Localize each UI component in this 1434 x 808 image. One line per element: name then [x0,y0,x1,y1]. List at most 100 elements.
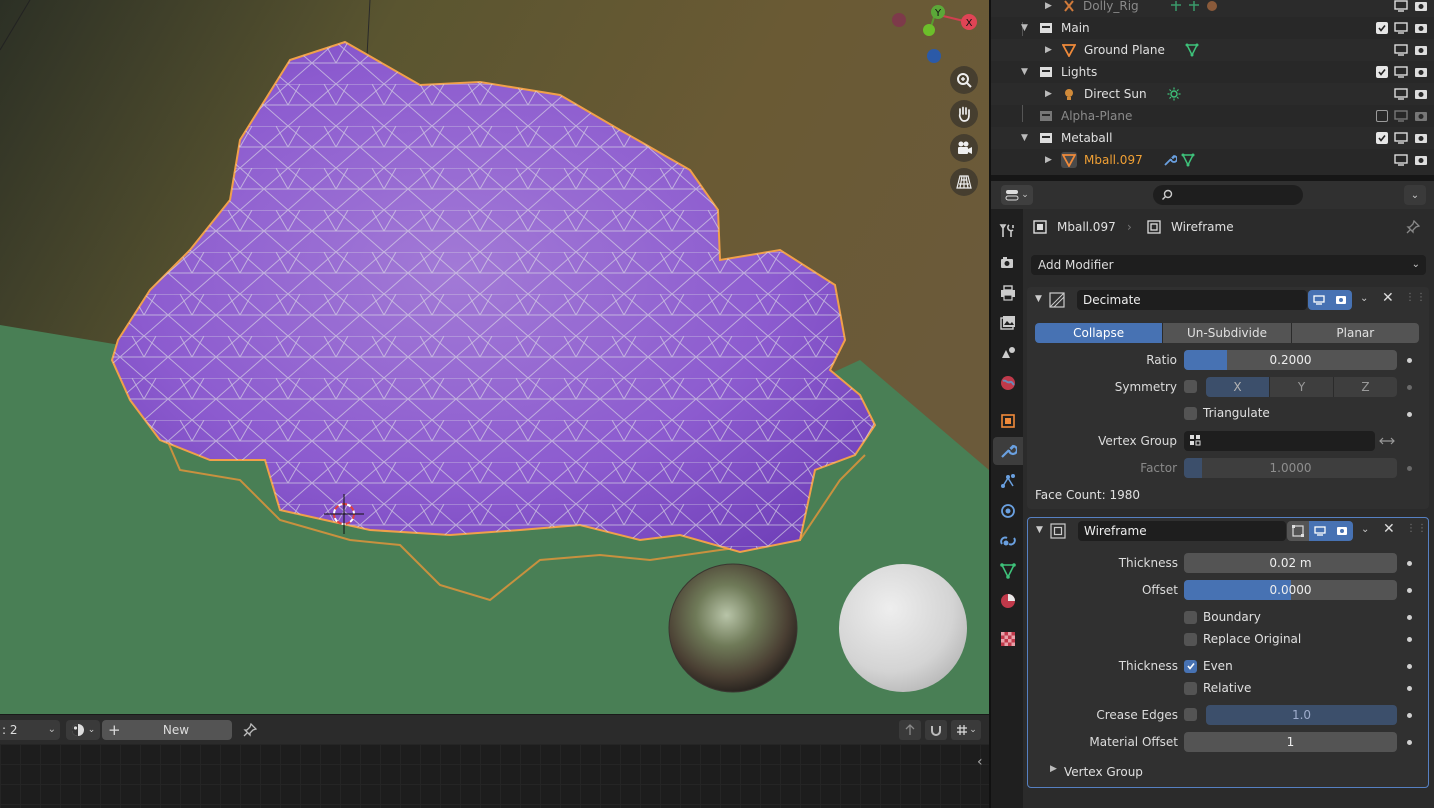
3d-viewport[interactable]: Y X [0,0,989,714]
tab-constraints[interactable] [993,527,1023,555]
even-checkbox[interactable]: Even [1184,659,1233,673]
tab-scene[interactable] [993,339,1023,367]
render-camera-icon[interactable] [1414,154,1428,166]
ratio-slider[interactable]: 0.2000 [1184,350,1397,370]
collapse-arrow-icon[interactable]: ▼ [1035,294,1042,304]
drag-handle-icon[interactable]: ⋮⋮ [1406,523,1428,534]
viewport-toggle-button[interactable] [1308,290,1330,310]
sidebar-toggle-icon[interactable]: ‹ [977,754,989,778]
render-camera-icon[interactable] [1414,66,1428,78]
outliner-row-alpha-plane[interactable]: Alpha-Plane [991,105,1434,127]
outliner-row-lights[interactable]: ▼ Lights [991,61,1434,83]
material-offset-field[interactable]: 1 [1184,732,1397,752]
keyframe-dot-icon[interactable] [1407,588,1412,593]
decimate-name-field[interactable]: Decimate [1077,290,1307,310]
keyframe-dot-icon[interactable] [1407,466,1412,471]
tab-texture[interactable] [993,625,1023,653]
drag-handle-icon[interactable]: ⋮⋮ [1405,292,1427,303]
editor-type-button[interactable]: ⌄ [1001,185,1033,205]
mode-planar-button[interactable]: Planar [1291,323,1419,343]
collapse-arrow-icon[interactable]: ▼ [1021,23,1028,33]
pin-icon[interactable] [1406,220,1420,234]
monitor-icon[interactable] [1394,44,1408,56]
remove-modifier-icon[interactable]: ✕ [1382,290,1394,306]
navigation-gizmo[interactable]: Y X [880,0,980,70]
render-camera-icon[interactable] [1414,88,1428,100]
expand-arrow-icon[interactable]: ▶ [1050,764,1057,774]
outliner-row-mball-097[interactable]: ▶ Mball.097 [991,149,1434,171]
keyframe-dot-icon[interactable] [1407,561,1412,566]
collection-enable-checkbox[interactable] [1376,66,1388,78]
render-camera-icon[interactable] [1414,22,1428,34]
outliner-row-ground-plane[interactable]: ▶ Ground Plane [991,39,1434,61]
monitor-icon[interactable] [1394,154,1408,166]
properties-options-button[interactable]: ⌄ [1404,185,1426,205]
offset-slider[interactable]: 0.0000 [1184,580,1397,600]
zoom-button[interactable] [950,66,978,94]
pan-button[interactable] [950,100,978,128]
tab-tool[interactable] [993,217,1023,245]
crease-edges-checkbox[interactable] [1184,708,1197,721]
outliner-row-dolly-rig[interactable]: ▶ Dolly_Rig [991,0,1434,17]
tab-view-layer[interactable] [993,309,1023,337]
axis-z-button[interactable]: Z [1334,377,1397,397]
thickness-field[interactable]: 0.02 m [1184,553,1397,573]
vertex-group-subpanel-header[interactable]: Vertex Group [1064,765,1143,779]
monitor-icon[interactable] [1394,110,1408,122]
render-camera-icon[interactable] [1414,110,1428,122]
chevron-down-icon[interactable]: ⌄ [1361,524,1369,535]
keyframe-dot-icon[interactable] [1407,713,1412,718]
mode-unsubdivide-button[interactable]: Un-Subdivide [1163,323,1292,343]
boundary-checkbox[interactable]: Boundary [1184,610,1261,624]
collection-enable-checkbox[interactable] [1376,110,1388,122]
viewport-toggle-button[interactable] [1309,521,1331,541]
keyframe-dot-icon[interactable] [1407,358,1412,363]
collapse-arrow-icon[interactable]: ▼ [1021,133,1028,143]
remove-modifier-icon[interactable]: ✕ [1383,521,1395,537]
collection-enable-checkbox[interactable] [1376,22,1388,34]
replace-original-checkbox[interactable]: Replace Original [1184,632,1301,646]
tab-particles[interactable] [993,467,1023,495]
monitor-icon[interactable] [1394,88,1408,100]
tab-output[interactable] [993,279,1023,307]
invert-vertex-group-button[interactable] [1375,431,1399,451]
expand-arrow-icon[interactable]: ▶ [1045,45,1052,55]
collection-enable-checkbox[interactable] [1376,132,1388,144]
tab-object-data[interactable] [993,557,1023,585]
render-toggle-button[interactable] [1331,521,1353,541]
monitor-icon[interactable] [1394,22,1408,34]
material-slot-select[interactable]: : 2 ⌄ [0,720,60,740]
expand-arrow-icon[interactable]: ▶ [1045,89,1052,99]
collapse-arrow-icon[interactable]: ▼ [1021,67,1028,77]
render-camera-icon[interactable] [1414,132,1428,144]
render-toggle-button[interactable] [1330,290,1352,310]
keyframe-dot-icon[interactable] [1407,385,1412,390]
keyframe-dot-icon[interactable] [1407,740,1412,745]
keyframe-dot-icon[interactable] [1407,637,1412,642]
render-camera-icon[interactable] [1414,44,1428,56]
pin-button[interactable] [240,720,260,740]
tab-physics[interactable] [993,497,1023,525]
monitor-icon[interactable] [1394,66,1408,78]
tab-material[interactable] [993,587,1023,615]
outliner-row-metaball[interactable]: ▼ Metaball [991,127,1434,149]
axis-y-button[interactable]: Y [1270,377,1334,397]
chevron-down-icon[interactable]: ⌄ [1360,293,1368,304]
symmetry-checkbox[interactable] [1184,380,1197,393]
tab-world[interactable] [993,369,1023,397]
crease-weight-slider[interactable]: 1.0 [1206,705,1397,725]
vertex-group-field[interactable] [1184,431,1375,451]
parent-node-button[interactable] [899,720,921,740]
axis-x-button[interactable]: X [1206,377,1270,397]
mode-collapse-button[interactable]: Collapse [1035,323,1164,343]
keyframe-dot-icon[interactable] [1407,686,1412,691]
outliner-row-main[interactable]: ▼ Main [991,17,1434,39]
keyframe-dot-icon[interactable] [1407,664,1412,669]
monitor-icon[interactable] [1394,132,1408,144]
render-camera-icon[interactable] [1414,0,1428,12]
properties-search-input[interactable] [1153,185,1303,205]
snap-mode-button[interactable]: ⌄ [951,720,981,740]
relative-checkbox[interactable]: Relative [1184,681,1251,695]
keyframe-dot-icon[interactable] [1407,615,1412,620]
camera-view-button[interactable] [950,134,978,162]
